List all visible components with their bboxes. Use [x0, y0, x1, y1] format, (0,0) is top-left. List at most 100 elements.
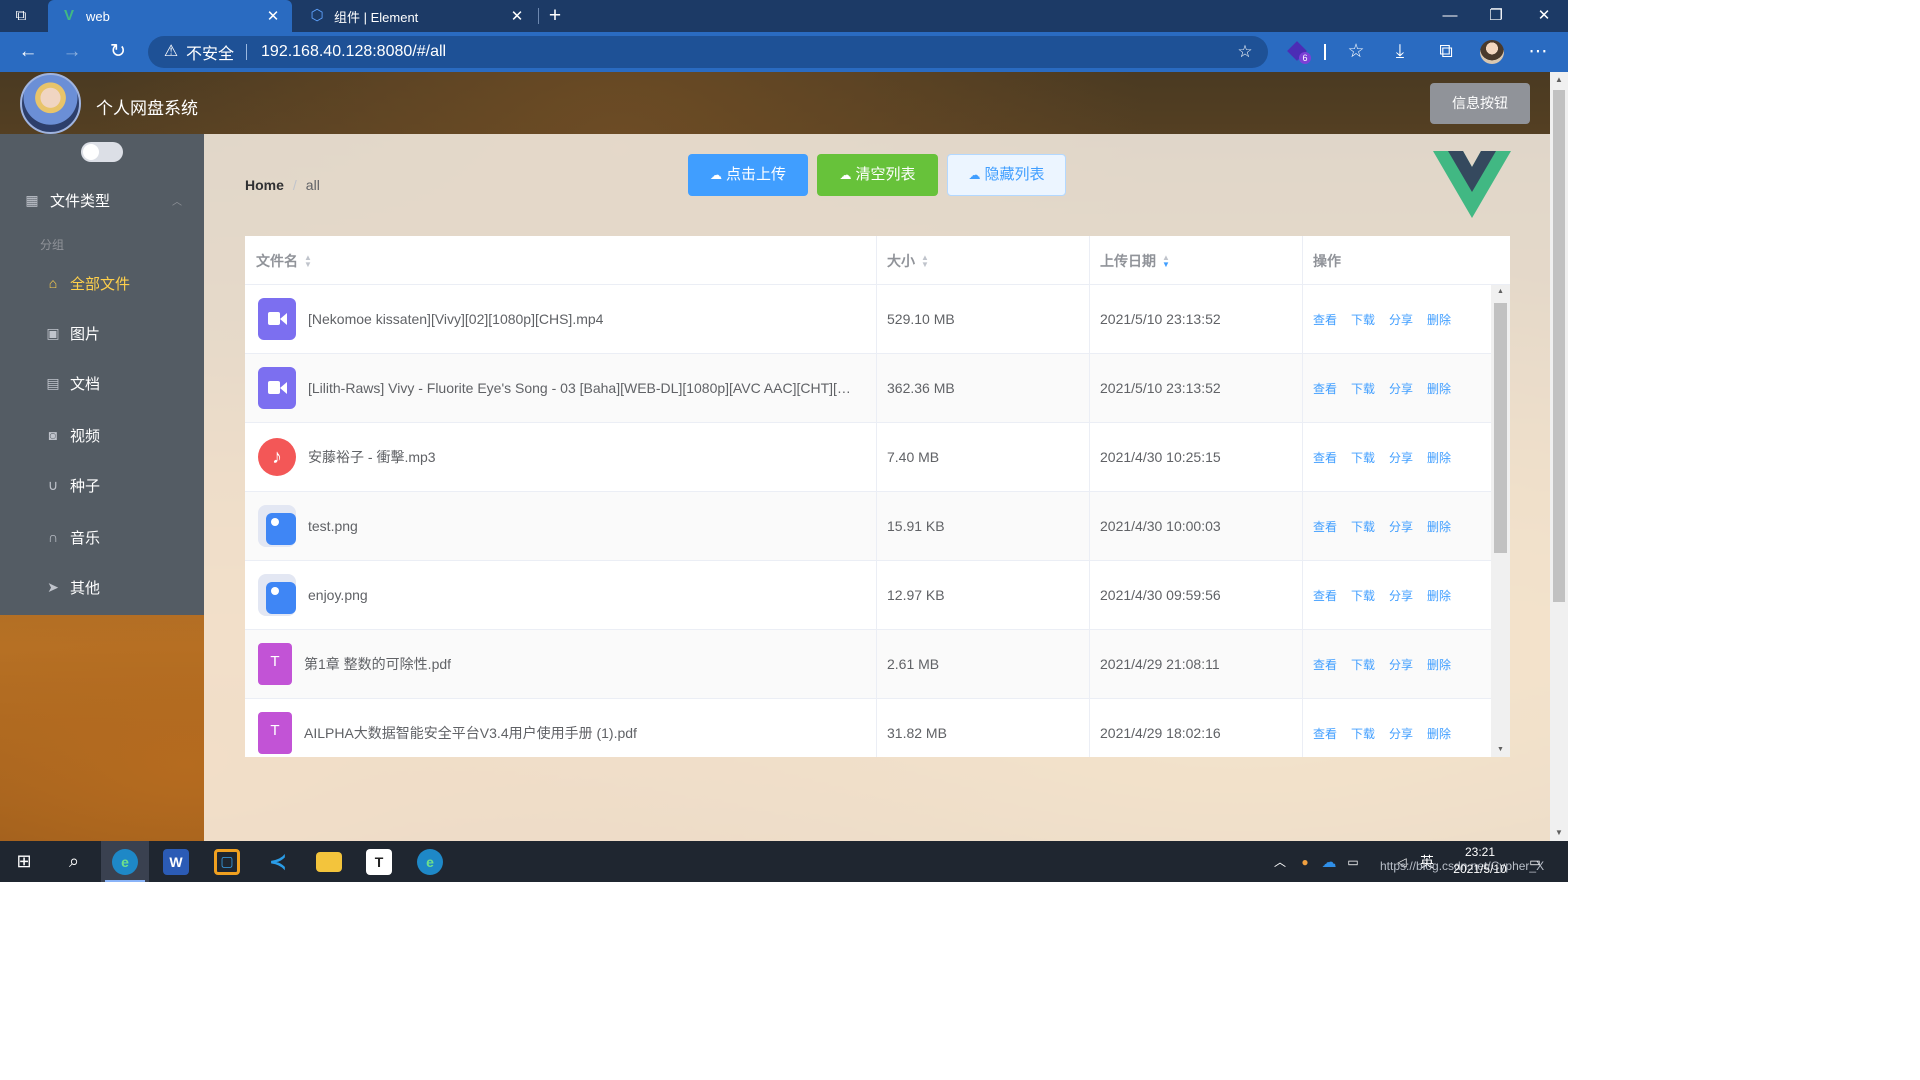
download-link[interactable]: 下载 — [1351, 380, 1375, 397]
vmware-taskbar-icon[interactable]: ▢ — [203, 841, 251, 882]
scroll-down-arrow-icon[interactable]: ▼ — [1491, 743, 1510, 757]
sidebar-item-pictures[interactable]: ▣ 图片 — [0, 308, 204, 358]
close-window-icon[interactable]: ✕ — [1530, 2, 1558, 30]
upload-button[interactable]: ☁ 点击上传 — [688, 154, 808, 196]
add-favorite-icon[interactable]: ☆ — [1232, 42, 1258, 62]
view-link[interactable]: 查看 — [1313, 656, 1337, 673]
typora-taskbar-icon[interactable]: T — [355, 841, 403, 882]
new-tab-button[interactable]: + — [544, 3, 566, 29]
table-row[interactable]: [Nekomoe kissaten][Vivy][02][1080p][CHS]… — [245, 285, 1491, 354]
edge-dev-taskbar-icon[interactable]: e — [406, 841, 454, 882]
back-arrow-icon[interactable]: ← — [14, 38, 42, 66]
tab-web[interactable]: V web ✕ — [48, 0, 292, 32]
sidebar-item-other[interactable]: ➤ 其他 — [0, 562, 204, 612]
sidebar-item-torrents[interactable]: ∪ 种子 — [0, 460, 204, 510]
share-link[interactable]: 分享 — [1389, 311, 1413, 328]
show-hidden-icons-icon[interactable]: ︿ — [1270, 841, 1290, 882]
refresh-icon[interactable]: ↻ — [104, 38, 132, 66]
sort-caret-icon[interactable]: ▲ ▼ — [304, 253, 314, 268]
onedrive-icon[interactable]: ☁ — [1318, 841, 1340, 882]
downloads-icon[interactable]: ⤓ — [1386, 38, 1414, 66]
delete-link[interactable]: 删除 — [1427, 311, 1451, 328]
share-link[interactable]: 分享 — [1389, 518, 1413, 535]
collections-icon[interactable]: ⧉ — [1432, 38, 1460, 66]
view-link[interactable]: 查看 — [1313, 725, 1337, 742]
favorites-icon[interactable]: ☆ — [1342, 38, 1370, 66]
tab-close-icon[interactable]: ✕ — [262, 7, 284, 25]
search-icon[interactable]: ⌕ — [50, 841, 98, 882]
sort-caret-icon[interactable]: ▲ ▼ — [921, 253, 931, 268]
scrollbar-thumb[interactable] — [1553, 90, 1565, 602]
download-link[interactable]: 下载 — [1351, 518, 1375, 535]
view-link[interactable]: 查看 — [1313, 518, 1337, 535]
table-row[interactable]: [Lilith-Raws] Vivy - Fluorite Eye's Song… — [245, 354, 1491, 423]
download-link[interactable]: 下载 — [1351, 587, 1375, 604]
clear-list-button[interactable]: ☁ 清空列表 — [817, 154, 938, 196]
table-row[interactable]: 安藤裕子 - 衝擊.mp3 7.40 MB 2021/4/30 10:25:15 查看… — [245, 423, 1491, 492]
info-button[interactable]: 信息按钮 — [1430, 83, 1530, 124]
more-options-icon[interactable]: ⋯ — [1524, 38, 1552, 66]
sidebar-item-videos[interactable]: ◙ 视频 — [0, 410, 204, 460]
tab-close-icon[interactable]: ✕ — [506, 7, 528, 25]
scroll-up-arrow-icon[interactable]: ▲ — [1550, 72, 1568, 88]
submenu-file-types[interactable]: ▦ 文件类型 ︿ — [0, 172, 204, 228]
table-row[interactable]: enjoy.png 12.97 KB 2021/4/30 09:59:56 查看 下载分… — [245, 561, 1491, 630]
scroll-down-arrow-icon[interactable]: ▼ — [1550, 825, 1568, 841]
download-link[interactable]: 下载 — [1351, 725, 1375, 742]
scroll-up-arrow-icon[interactable]: ▲ — [1491, 285, 1510, 299]
share-link[interactable]: 分享 — [1389, 380, 1413, 397]
edge-taskbar-icon[interactable]: e — [101, 841, 149, 882]
minimize-icon[interactable]: — — [1436, 2, 1464, 30]
view-link[interactable]: 查看 — [1313, 587, 1337, 604]
share-link[interactable]: 分享 — [1389, 587, 1413, 604]
notification-icon[interactable]: ▭ — [1524, 841, 1546, 882]
delete-link[interactable]: 删除 — [1427, 656, 1451, 673]
sidebar-item-all-files[interactable]: ⌂ 全部文件 — [0, 258, 204, 308]
download-link[interactable]: 下载 — [1351, 656, 1375, 673]
share-link[interactable]: 分享 — [1389, 449, 1413, 466]
delete-link[interactable]: 删除 — [1427, 518, 1451, 535]
view-link[interactable]: 查看 — [1313, 449, 1337, 466]
delete-link[interactable]: 删除 — [1427, 380, 1451, 397]
vscode-taskbar-icon[interactable]: ≺ — [254, 841, 302, 882]
breadcrumb-home[interactable]: Home — [245, 177, 284, 193]
collapse-toggle[interactable] — [81, 142, 123, 162]
tab-actions-icon[interactable]: ⧉ — [10, 6, 32, 26]
share-link[interactable]: 分享 — [1389, 725, 1413, 742]
sidebar-item-documents[interactable]: ▤ 文档 — [0, 358, 204, 408]
scrollbar-thumb[interactable] — [1494, 303, 1507, 553]
share-link[interactable]: 分享 — [1389, 656, 1413, 673]
delete-link[interactable]: 删除 — [1427, 725, 1451, 742]
file-explorer-taskbar-icon[interactable] — [305, 841, 353, 882]
tab-element[interactable]: ⬡ 组件 | Element ✕ — [296, 0, 536, 32]
download-link[interactable]: 下载 — [1351, 449, 1375, 466]
view-link[interactable]: 查看 — [1313, 380, 1337, 397]
sidebar-item-music[interactable]: ∩ 音乐 — [0, 512, 204, 562]
delete-link[interactable]: 删除 — [1427, 587, 1451, 604]
download-link[interactable]: 下载 — [1351, 311, 1375, 328]
file-size-cell: 2.61 MB — [876, 630, 1089, 698]
column-header-name[interactable]: 文件名 ▲ ▼ — [245, 236, 876, 285]
extension-icon[interactable]: 6 — [1287, 41, 1311, 64]
view-link[interactable]: 查看 — [1313, 311, 1337, 328]
table-row[interactable]: test.png 15.91 KB 2021/4/30 10:00:03 查看 下载 分享… — [245, 492, 1491, 561]
forward-arrow-icon[interactable]: → — [58, 38, 86, 66]
page-scrollbar[interactable]: ▲ ▼ — [1550, 72, 1568, 841]
table-row[interactable]: AILPHA大数据智能安全平台V3.4用户使用手册 (1).pdf 31.82 M… — [245, 699, 1491, 757]
sort-caret-icon[interactable]: ▲ ▼ — [1162, 253, 1172, 268]
start-windows-icon[interactable]: ⊞ — [0, 841, 48, 882]
word-taskbar-icon[interactable]: W — [152, 841, 200, 882]
user-tray-icon[interactable]: ● — [1294, 841, 1316, 882]
profile-avatar[interactable] — [1480, 40, 1504, 64]
column-header-date[interactable]: 上传日期 ▲ ▼ — [1089, 236, 1302, 285]
table-row[interactable]: 第1章 整数的可除性.pdf 2.61 MB 2021/4/29 21:08:11 查… — [245, 630, 1491, 699]
delete-link[interactable]: 删除 — [1427, 449, 1451, 466]
table-scrollbar[interactable]: ▲ ▼ — [1491, 285, 1510, 757]
address-bar[interactable]: ⚠ 不安全 192.168.40.128:8080/#/all ☆ — [148, 36, 1268, 68]
battery-icon[interactable]: ▭ — [1342, 841, 1364, 882]
system-clock[interactable]: 23:21 2021/5/10 — [1440, 844, 1520, 878]
hide-list-button[interactable]: ☁ 隐藏列表 — [947, 154, 1066, 196]
maximize-icon[interactable]: ❐ — [1482, 2, 1510, 30]
url-text[interactable]: 192.168.40.128:8080/#/all — [261, 43, 1232, 61]
column-header-size[interactable]: 大小 ▲ ▼ — [876, 236, 1089, 285]
